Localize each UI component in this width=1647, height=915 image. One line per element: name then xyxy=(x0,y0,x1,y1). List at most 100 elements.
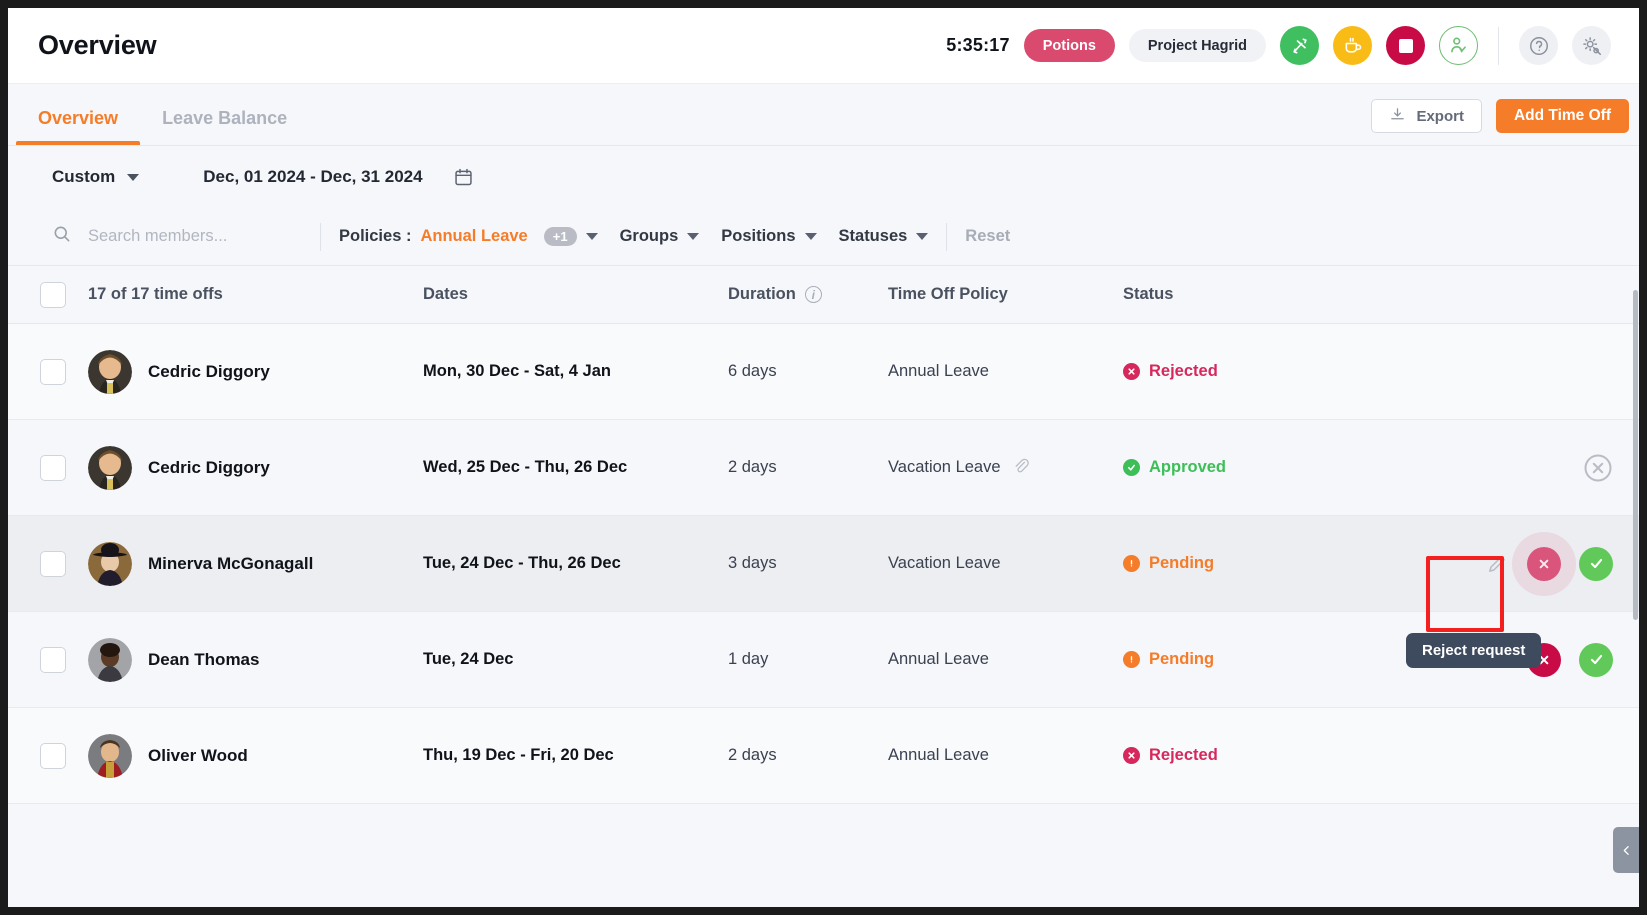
avatar xyxy=(88,350,132,394)
calendar-icon[interactable] xyxy=(453,167,474,188)
column-status: Status xyxy=(1123,285,1639,304)
row-checkbox[interactable] xyxy=(40,551,66,577)
stop-icon[interactable] xyxy=(1386,26,1425,65)
scrollbar-thumb[interactable] xyxy=(1633,290,1638,620)
window-frame-right xyxy=(1639,0,1647,915)
row-select-cell xyxy=(8,647,88,673)
avatar xyxy=(88,542,132,586)
chevron-down-icon xyxy=(916,233,928,240)
row-policy-label: Annual Leave xyxy=(888,362,989,381)
window-frame-top xyxy=(0,0,1647,8)
row-policy: Vacation Leave xyxy=(888,456,1123,480)
status-label: Pending xyxy=(1149,650,1214,669)
row-duration: 6 days xyxy=(728,362,888,381)
stop-square-glyph xyxy=(1399,39,1413,53)
date-range-bar: Custom Dec, 01 2024 - Dec, 31 2024 xyxy=(8,146,1639,208)
row-checkbox[interactable] xyxy=(40,359,66,385)
member-cell: Cedric Diggory xyxy=(88,350,423,394)
settings-icon[interactable] xyxy=(1572,26,1611,65)
panel-collapse-handle[interactable] xyxy=(1613,827,1639,873)
row-dates: Mon, 30 Dec - Sat, 4 Jan xyxy=(423,362,728,381)
header-divider xyxy=(1498,27,1499,65)
table-row[interactable]: Cedric DiggoryMon, 30 Dec - Sat, 4 Jan6 … xyxy=(8,324,1639,420)
cancel-request-icon[interactable] xyxy=(1583,453,1613,483)
reject-request-button[interactable] xyxy=(1527,547,1561,581)
row-checkbox[interactable] xyxy=(40,647,66,673)
row-actions xyxy=(1486,547,1613,581)
policies-label: Policies : xyxy=(339,227,411,246)
policies-filter[interactable]: Policies : Annual Leave +1 xyxy=(339,227,598,246)
groups-filter[interactable]: Groups xyxy=(620,227,700,246)
avatar xyxy=(88,446,132,490)
coffee-break-icon[interactable] xyxy=(1333,26,1372,65)
row-policy-label: Annual Leave xyxy=(888,650,989,669)
row-policy-label: Vacation Leave xyxy=(888,554,1001,573)
table-row[interactable]: Cedric DiggoryWed, 25 Dec - Thu, 26 Dec2… xyxy=(8,420,1639,516)
status-label: Rejected xyxy=(1149,362,1218,381)
policies-value: Annual Leave xyxy=(420,227,527,246)
status-label: Rejected xyxy=(1149,746,1218,765)
filter-controls: Policies : Annual Leave +1 Groups Positi… xyxy=(339,227,928,246)
member-name: Cedric Diggory xyxy=(148,458,270,478)
search-box[interactable] xyxy=(52,224,302,249)
table-row[interactable]: Dean ThomasTue, 24 Dec1 dayAnnual LeaveP… xyxy=(8,612,1639,708)
filter-bar: Policies : Annual Leave +1 Groups Positi… xyxy=(8,208,1639,266)
member-name: Minerva McGonagall xyxy=(148,554,313,574)
download-icon xyxy=(1389,106,1406,127)
approve-request-button[interactable] xyxy=(1579,643,1613,677)
row-checkbox[interactable] xyxy=(40,455,66,481)
edit-request-icon[interactable] xyxy=(1486,552,1509,575)
member-name: Oliver Wood xyxy=(148,746,248,766)
column-policy: Time Off Policy xyxy=(888,285,1123,304)
user-check-icon[interactable] xyxy=(1439,26,1478,65)
row-select-cell xyxy=(8,743,88,769)
table-row[interactable]: Minerva McGonagall Tue, 24 Dec - Thu, 26 … xyxy=(8,516,1639,612)
row-checkbox[interactable] xyxy=(40,743,66,769)
row-policy: Annual Leave xyxy=(888,650,1123,669)
positions-label: Positions xyxy=(721,227,795,246)
column-dates: Dates xyxy=(423,285,728,304)
row-policy: Annual Leave xyxy=(888,746,1123,765)
tab-overview[interactable]: Overview xyxy=(16,108,140,145)
member-cell: Dean Thomas xyxy=(88,638,423,682)
reject-request-tooltip: Reject request xyxy=(1406,633,1541,668)
row-select-cell xyxy=(8,455,88,481)
row-policy-label: Vacation Leave xyxy=(888,458,1001,477)
row-duration: 2 days xyxy=(728,746,888,765)
select-all-checkbox[interactable] xyxy=(40,282,66,308)
select-all-cell xyxy=(8,282,88,308)
activity-pause-icon[interactable] xyxy=(1280,26,1319,65)
statuses-label: Statuses xyxy=(839,227,908,246)
member-cell: Minerva McGonagall xyxy=(88,542,423,586)
avatar xyxy=(88,734,132,778)
project-chip[interactable]: Project Hagrid xyxy=(1129,29,1266,62)
export-button[interactable]: Export xyxy=(1371,99,1482,133)
window-frame-left xyxy=(0,0,8,915)
avatar xyxy=(88,638,132,682)
filter-divider-left xyxy=(320,223,321,251)
table-row[interactable]: Oliver WoodThu, 19 Dec - Fri, 20 Dec2 da… xyxy=(8,708,1639,804)
info-icon[interactable]: i xyxy=(805,286,822,303)
row-dates: Tue, 24 Dec - Thu, 26 Dec xyxy=(423,554,728,573)
chevron-down-icon xyxy=(687,233,699,240)
tab-leave-balance[interactable]: Leave Balance xyxy=(140,108,309,145)
date-preset-dropdown[interactable]: Custom xyxy=(52,167,139,187)
status-pending-icon xyxy=(1123,651,1140,668)
approve-request-button[interactable] xyxy=(1579,547,1613,581)
add-time-off-button[interactable]: Add Time Off xyxy=(1496,99,1629,133)
column-count-label: 17 of 17 time offs xyxy=(88,285,423,304)
search-input[interactable] xyxy=(88,227,288,246)
statuses-filter[interactable]: Statuses xyxy=(839,227,929,246)
positions-filter[interactable]: Positions xyxy=(721,227,816,246)
attachment-icon[interactable] xyxy=(1011,456,1030,480)
task-chip[interactable]: Potions xyxy=(1024,29,1115,62)
reset-filters-button[interactable]: Reset xyxy=(965,227,1010,246)
help-icon[interactable] xyxy=(1519,26,1558,65)
date-range-value[interactable]: Dec, 01 2024 - Dec, 31 2024 xyxy=(203,167,422,187)
row-duration: 2 days xyxy=(728,458,888,477)
window-frame-bottom xyxy=(0,907,1647,915)
status-approved-icon xyxy=(1123,459,1140,476)
chevron-down-icon xyxy=(586,233,598,240)
vertical-scrollbar[interactable] xyxy=(1632,290,1639,907)
date-preset-label: Custom xyxy=(52,167,115,187)
